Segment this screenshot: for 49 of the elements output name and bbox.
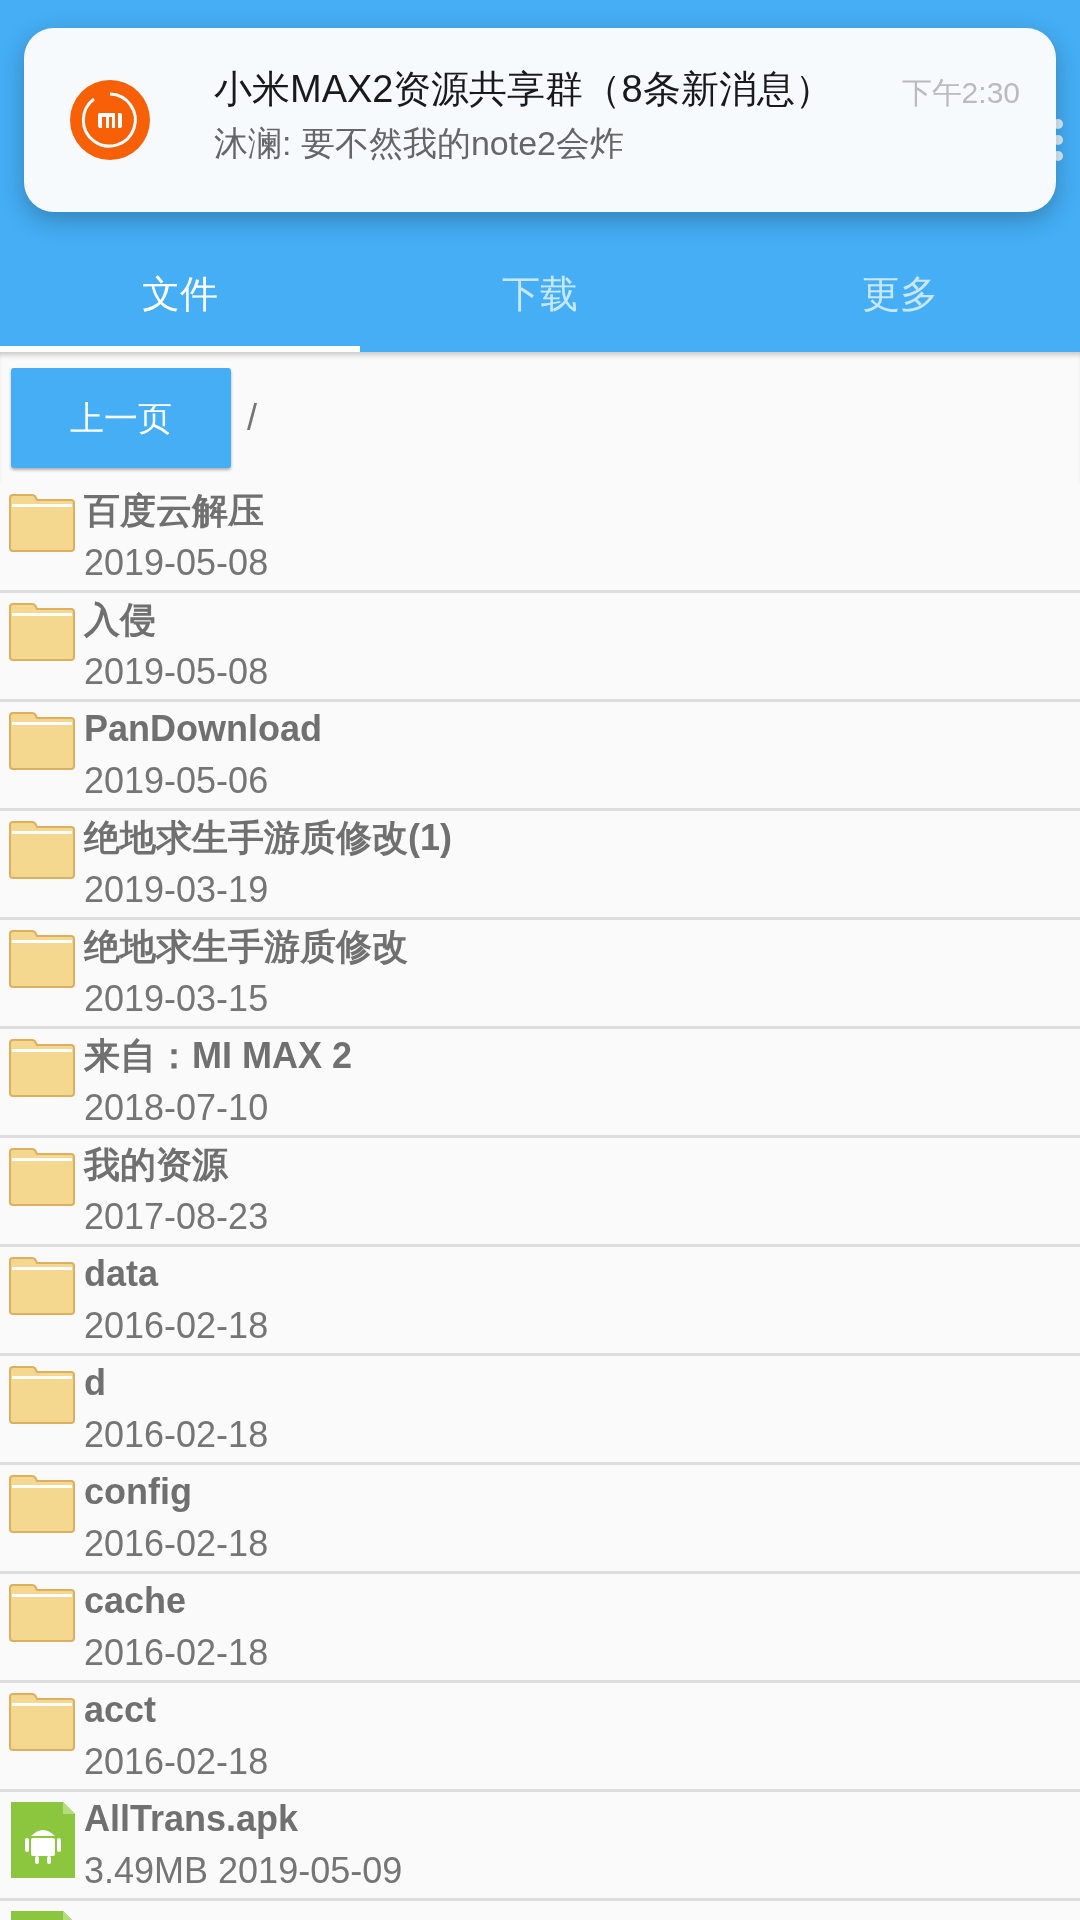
file-detail: 2019-05-08 — [84, 650, 269, 694]
file-name: config — [84, 1470, 193, 1514]
path-text: / — [247, 396, 257, 440]
file-detail: 2017-08-23 — [84, 1195, 269, 1239]
folder-icon — [8, 1475, 76, 1533]
folder-icon — [8, 1039, 76, 1097]
folder-icon — [8, 821, 76, 879]
file-detail: 2019-05-08 — [84, 541, 269, 585]
notification-message: 沐澜: 要不然我的note2会炸 — [214, 123, 625, 164]
file-name: d — [84, 1361, 107, 1405]
file-name: PanDownload — [84, 707, 322, 751]
file-name: 入侵 — [84, 598, 157, 642]
app-logo-icon — [70, 80, 150, 160]
file-detail: 2019-03-19 — [84, 868, 270, 912]
tab[interactable]: 文件 — [0, 236, 360, 352]
file-detail: 2019-05-06 — [84, 759, 270, 803]
folder-icon — [8, 1366, 76, 1424]
folder-icon — [8, 603, 76, 661]
folder-icon — [8, 712, 76, 770]
notification-card[interactable]: 小米MAX2资源共享群（8条新消息） 沐澜: 要不然我的note2会炸 下午2:30 — [24, 28, 1056, 212]
file-name: 百度云解压 — [84, 489, 265, 533]
file-detail: 2016-02-18 — [84, 1413, 269, 1457]
file-detail: 2016-02-18 — [84, 1522, 269, 1566]
file-name: AllTrans.apk — [84, 1797, 300, 1841]
notification-title: 小米MAX2资源共享群（8条新消息） — [214, 67, 834, 112]
folder-icon — [8, 1693, 76, 1751]
file-name: 绝地求生手游质修改 — [84, 925, 408, 969]
file-name: 来自：MI MAX 2 — [84, 1034, 352, 1078]
folder-icon — [8, 930, 76, 988]
back-button[interactable]: 上一页 — [11, 368, 231, 468]
folder-icon — [8, 1257, 76, 1315]
folder-icon — [8, 1584, 76, 1642]
file-name: 我的资源 — [84, 1143, 229, 1187]
file-detail: 2018-07-10 — [84, 1086, 270, 1130]
notification-time: 下午2:30 — [901, 75, 1020, 111]
file-detail: 3.49MB 2019-05-09 — [84, 1849, 403, 1893]
file-detail: 2016-02-18 — [84, 1304, 269, 1348]
file-name: data — [84, 1252, 160, 1296]
file-detail: 2019-03-15 — [84, 977, 270, 1021]
folder-icon — [8, 1148, 76, 1206]
file-name: 绝地求生手游质修改(1) — [84, 816, 452, 860]
file-detail: 2016-02-18 — [84, 1740, 269, 1784]
folder-icon — [8, 494, 76, 552]
android-file-icon — [11, 1802, 75, 1878]
tab[interactable]: 更多 — [720, 236, 1080, 352]
tab[interactable]: 下载 — [360, 236, 720, 352]
file-name: cache — [84, 1579, 188, 1623]
file-detail: 2016-02-18 — [84, 1631, 269, 1675]
file-name: acct — [84, 1688, 158, 1732]
